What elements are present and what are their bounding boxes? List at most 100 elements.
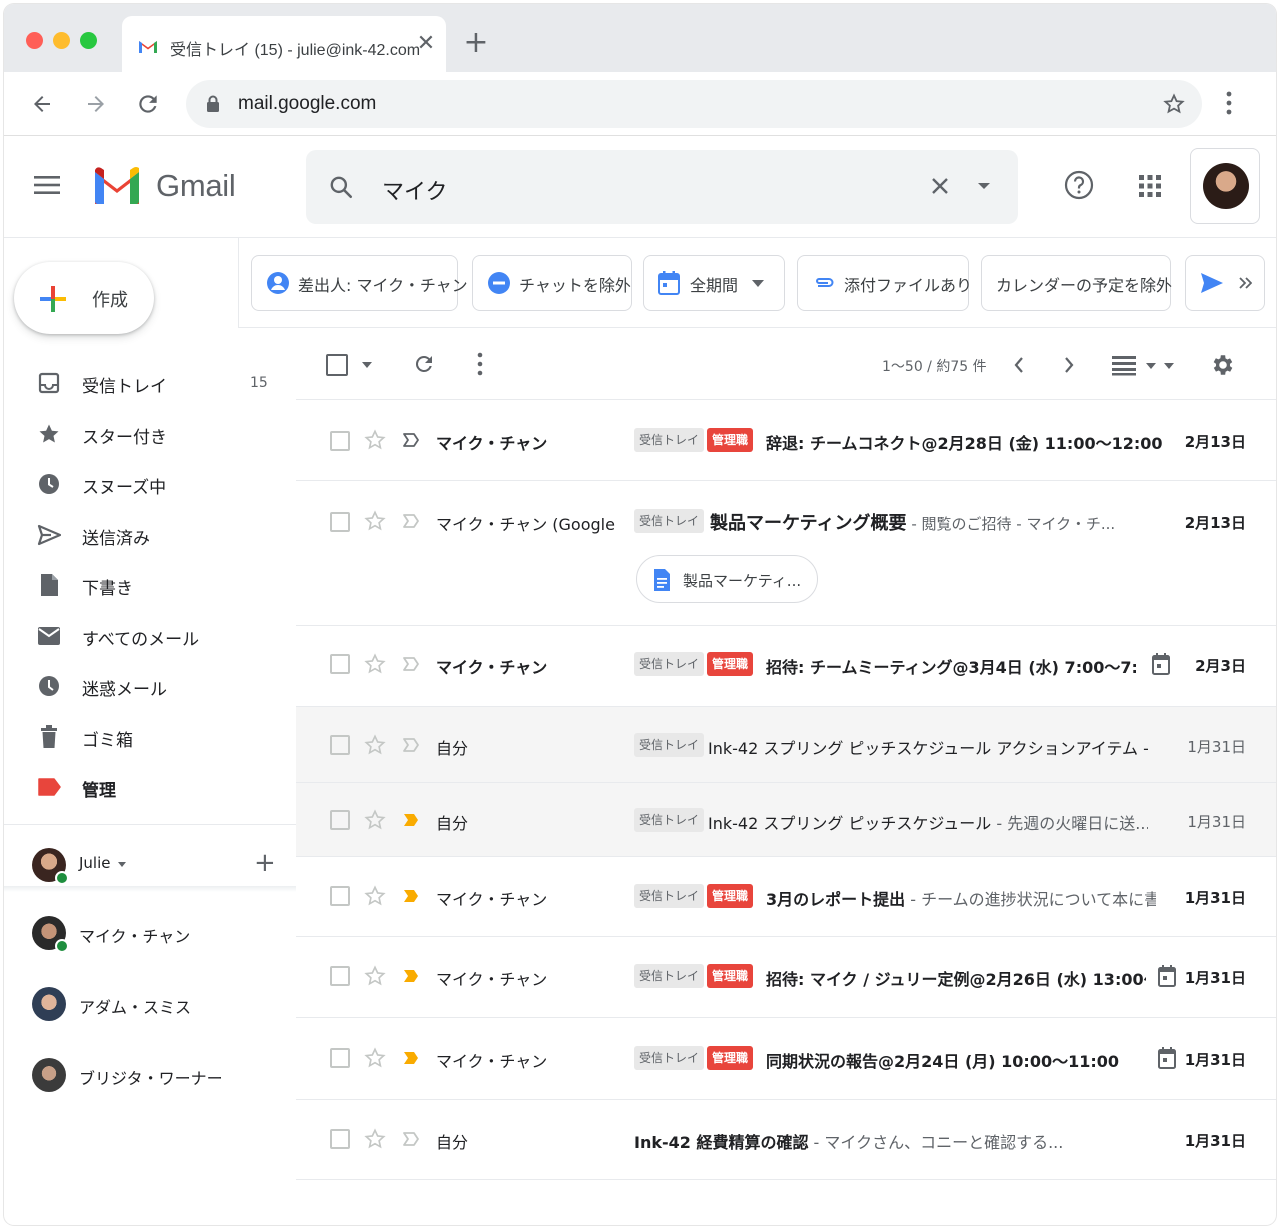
settings-gear-icon[interactable]	[1210, 352, 1236, 378]
row-checkbox[interactable]	[330, 654, 350, 674]
email-row[interactable]: マイク・チャン 受信トレイ 管理職 招待: マイク / ジュリー定例@2月26日…	[296, 937, 1276, 1018]
contact-item[interactable]: マイク・チャン	[32, 910, 292, 958]
importance-marker-icon[interactable]	[402, 737, 420, 753]
sidebar-item-inbox[interactable]: 受信トレイ 15	[4, 358, 296, 409]
management-label-badge[interactable]: 管理職	[707, 428, 754, 452]
importance-marker-icon[interactable]	[402, 432, 420, 448]
email-row[interactable]: マイク・チャン 受信トレイ 管理職 招待: チームミーティング@3月4日 (水)…	[296, 626, 1276, 707]
hangouts-self[interactable]: Julie +	[32, 842, 292, 890]
star-icon[interactable]	[364, 510, 386, 532]
email-row[interactable]: マイク・チャン 受信トレイ 管理職 同期状況の報告@2月24日 (月) 10:0…	[296, 1018, 1276, 1100]
importance-marker-icon[interactable]	[402, 968, 420, 984]
management-label-badge[interactable]: 管理職	[707, 652, 754, 676]
row-checkbox[interactable]	[330, 966, 350, 986]
contact-item[interactable]: ブリジタ・ワーナー	[32, 1052, 292, 1100]
help-icon[interactable]	[1064, 170, 1094, 200]
management-label-badge[interactable]: 管理職	[707, 1046, 754, 1070]
inbox-label-badge[interactable]: 受信トレイ	[634, 652, 705, 676]
inbox-label-badge[interactable]: 受信トレイ	[634, 509, 705, 533]
row-checkbox[interactable]	[330, 810, 350, 830]
search-options-chevron-down-icon[interactable]	[978, 183, 990, 189]
search-input[interactable]: マイク	[382, 174, 448, 206]
address-bar[interactable]: mail.google.com	[186, 80, 1202, 128]
main-menu-icon[interactable]	[34, 174, 60, 196]
tab-close-icon[interactable]: ✕	[412, 30, 440, 58]
star-icon[interactable]	[364, 965, 386, 987]
importance-marker-icon[interactable]	[402, 1131, 420, 1147]
chip-exclude-chat[interactable]: チャットを除外	[472, 255, 632, 311]
calendar-event-icon[interactable]	[1158, 964, 1176, 988]
select-all-checkbox[interactable]	[326, 354, 348, 376]
account-avatar-button[interactable]	[1190, 148, 1260, 224]
chevron-down-icon[interactable]	[118, 862, 126, 867]
search-bar[interactable]: マイク	[306, 150, 1018, 224]
chip-exclude-calendar[interactable]: カレンダーの予定を除外	[981, 255, 1172, 311]
sidebar-item-all-mail[interactable]: すべてのメール	[4, 611, 296, 662]
email-row[interactable]: マイク・チャン 受信トレイ 管理職 3月のレポート提出 - チームの進捗状況につ…	[296, 857, 1276, 937]
star-icon[interactable]	[364, 429, 386, 451]
importance-marker-icon[interactable]	[402, 1050, 420, 1066]
inbox-label-badge[interactable]: 受信トレイ	[634, 884, 705, 908]
browser-menu-icon[interactable]	[1226, 90, 1232, 116]
google-apps-icon[interactable]	[1138, 174, 1162, 198]
clear-search-icon[interactable]	[928, 174, 952, 198]
sidebar-item-trash[interactable]: ゴミ箱	[4, 712, 296, 763]
inbox-label-badge[interactable]: 受信トレイ	[634, 964, 705, 988]
star-icon[interactable]	[364, 1047, 386, 1069]
sidebar-item-management-label[interactable]: 管理	[4, 762, 296, 813]
chip-from[interactable]: 差出人: マイク・チャン	[251, 255, 468, 311]
density-list-icon[interactable]	[1112, 354, 1136, 376]
email-row[interactable]: 自分 受信トレイ Ink-42 スプリング ピッチスケジュール アクションアイテ…	[296, 707, 1276, 783]
sidebar-item-snoozed[interactable]: スヌーズ中	[4, 459, 296, 510]
chip-more[interactable]	[1185, 255, 1265, 311]
row-checkbox[interactable]	[330, 512, 350, 532]
input-tools-chevron-down-icon[interactable]	[1164, 363, 1174, 369]
importance-marker-icon[interactable]	[402, 513, 420, 529]
maximize-window-button[interactable]	[80, 32, 97, 49]
management-label-badge[interactable]: 管理職	[707, 884, 754, 908]
search-icon[interactable]	[328, 174, 354, 200]
minimize-window-button[interactable]	[53, 32, 70, 49]
star-icon[interactable]	[364, 653, 386, 675]
importance-marker-icon[interactable]	[402, 888, 420, 904]
row-checkbox[interactable]	[330, 886, 350, 906]
email-row[interactable]: マイク・チャン 受信トレイ 管理職 辞退: チームコネクト@2月28日 (金) …	[296, 400, 1276, 481]
select-options-chevron-down-icon[interactable]	[362, 362, 372, 368]
attachment-chip[interactable]: 製品マーケティ...	[636, 555, 818, 603]
chip-period[interactable]: 全期間	[643, 255, 785, 311]
row-checkbox[interactable]	[330, 1048, 350, 1068]
star-icon[interactable]	[364, 1128, 386, 1150]
contact-item[interactable]: アダム・スミス	[32, 981, 292, 1029]
row-checkbox[interactable]	[330, 1129, 350, 1149]
star-icon[interactable]	[364, 734, 386, 756]
sidebar-item-starred[interactable]: スター付き	[4, 409, 296, 460]
inbox-label-badge[interactable]: 受信トレイ	[634, 1046, 705, 1070]
management-label-badge[interactable]: 管理職	[707, 964, 754, 988]
gmail-logo-icon[interactable]	[92, 166, 142, 206]
chevron-left-icon[interactable]	[1012, 356, 1026, 374]
forward-button[interactable]	[78, 86, 114, 122]
refresh-icon[interactable]	[412, 352, 436, 376]
importance-marker-icon[interactable]	[402, 656, 420, 672]
row-checkbox[interactable]	[330, 735, 350, 755]
reload-button[interactable]	[130, 86, 166, 122]
back-button[interactable]	[24, 86, 60, 122]
add-contact-plus-icon[interactable]: +	[254, 848, 276, 878]
calendar-event-icon[interactable]	[1158, 1046, 1176, 1070]
new-tab-button[interactable]: +	[460, 28, 492, 60]
row-checkbox[interactable]	[330, 431, 350, 451]
sidebar-item-drafts[interactable]: 下書き	[4, 560, 296, 611]
sidebar-item-sent[interactable]: 送信済み	[4, 510, 296, 561]
compose-button[interactable]: 作成	[14, 262, 154, 334]
inbox-label-badge[interactable]: 受信トレイ	[634, 428, 705, 452]
split-pane-chevron-down-icon[interactable]	[1146, 363, 1156, 369]
more-options-icon[interactable]	[477, 352, 483, 376]
star-icon[interactable]	[364, 809, 386, 831]
email-row[interactable]: 自分 Ink-42 経費精算の確認 - マイクさん、コニーと確認する... 1月…	[296, 1100, 1276, 1180]
email-row[interactable]: マイク・チャン (Google ... 受信トレイ 製品マーケティング概要 - …	[296, 481, 1276, 626]
inbox-label-badge[interactable]: 受信トレイ	[634, 733, 705, 757]
browser-tab[interactable]: 受信トレイ (15) - julie@ink-42.com ✕	[122, 16, 446, 72]
star-icon[interactable]	[364, 885, 386, 907]
email-row[interactable]: 自分 受信トレイ Ink-42 スプリング ピッチスケジュール - 先週の火曜日…	[296, 783, 1276, 857]
chip-has-attachment[interactable]: 添付ファイルあり	[797, 255, 972, 311]
